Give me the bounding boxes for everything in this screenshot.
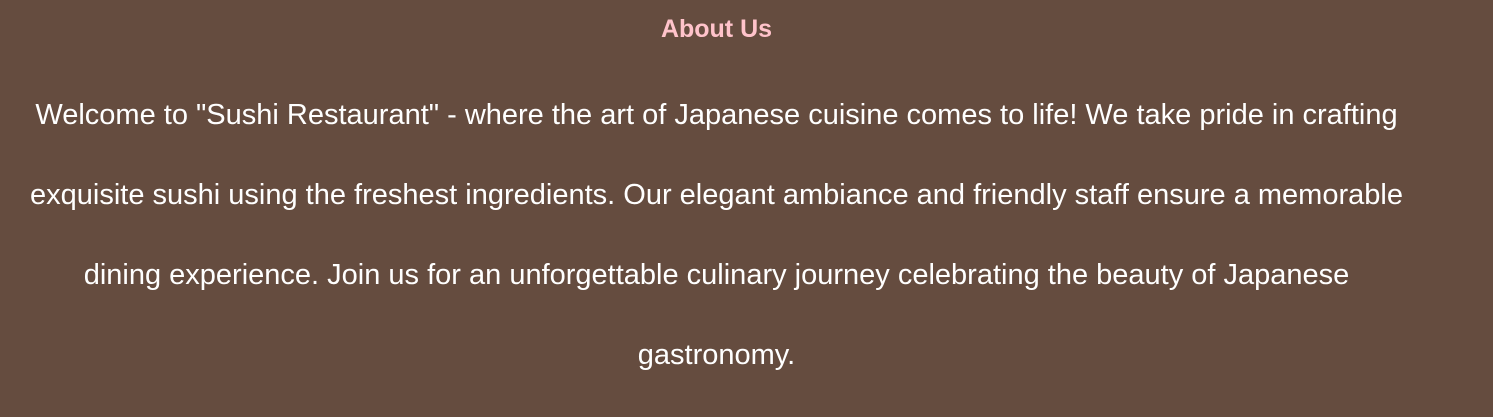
about-section: About Us Welcome to "Sushi Restaurant" -… bbox=[0, 0, 1433, 417]
about-title: About Us bbox=[660, 15, 773, 43]
about-description: Welcome to "Sushi Restaurant" - where th… bbox=[30, 99, 1403, 371]
